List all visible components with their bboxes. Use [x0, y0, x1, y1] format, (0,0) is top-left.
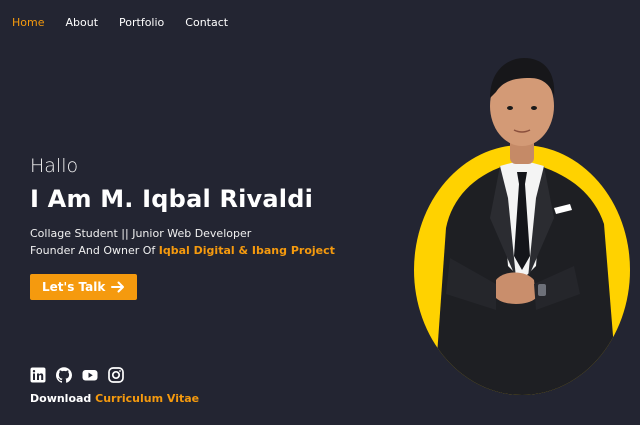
hero-description: Collage Student || Junior Web Developer … [30, 225, 335, 259]
github-icon[interactable] [56, 367, 72, 383]
hands [496, 272, 536, 304]
download-prefix: Download [30, 392, 96, 405]
line2-prefix: Founder And Owner Of [30, 244, 159, 257]
hero-section: Hallo I Am M. Iqbal Rivaldi Collage Stud… [30, 154, 335, 300]
download-cv: Download Curriculum Vitae [30, 392, 199, 405]
youtube-icon[interactable] [82, 367, 98, 383]
instagram-icon[interactable] [108, 367, 124, 383]
hero-name: I Am M. Iqbal Rivaldi [30, 185, 314, 213]
portrait-illustration [414, 58, 630, 395]
nav-contact[interactable]: Contact [185, 16, 228, 29]
linkedin-icon[interactable] [30, 367, 46, 383]
social-links [30, 367, 124, 383]
hero-line-2: Founder And Owner Of Iqbal Digital & Iba… [30, 242, 335, 259]
nav-portfolio[interactable]: Portfolio [119, 16, 164, 29]
nav-about[interactable]: About [65, 16, 98, 29]
company-highlight: Iqbal Digital & Ibang Project [158, 244, 335, 257]
profile-photo [404, 48, 636, 398]
nav-home[interactable]: Home [12, 16, 44, 29]
greeting: Hallo [30, 155, 79, 177]
lets-talk-button[interactable]: Let's Talk [30, 274, 138, 300]
cv-link[interactable]: Curriculum Vitae [95, 392, 199, 405]
cta-label: Let's Talk [42, 280, 106, 294]
arrow-right-icon [111, 281, 125, 293]
hero-line-1: Collage Student || Junior Web Developer [30, 227, 252, 240]
main-nav: Home About Portfolio Contact [12, 16, 228, 29]
